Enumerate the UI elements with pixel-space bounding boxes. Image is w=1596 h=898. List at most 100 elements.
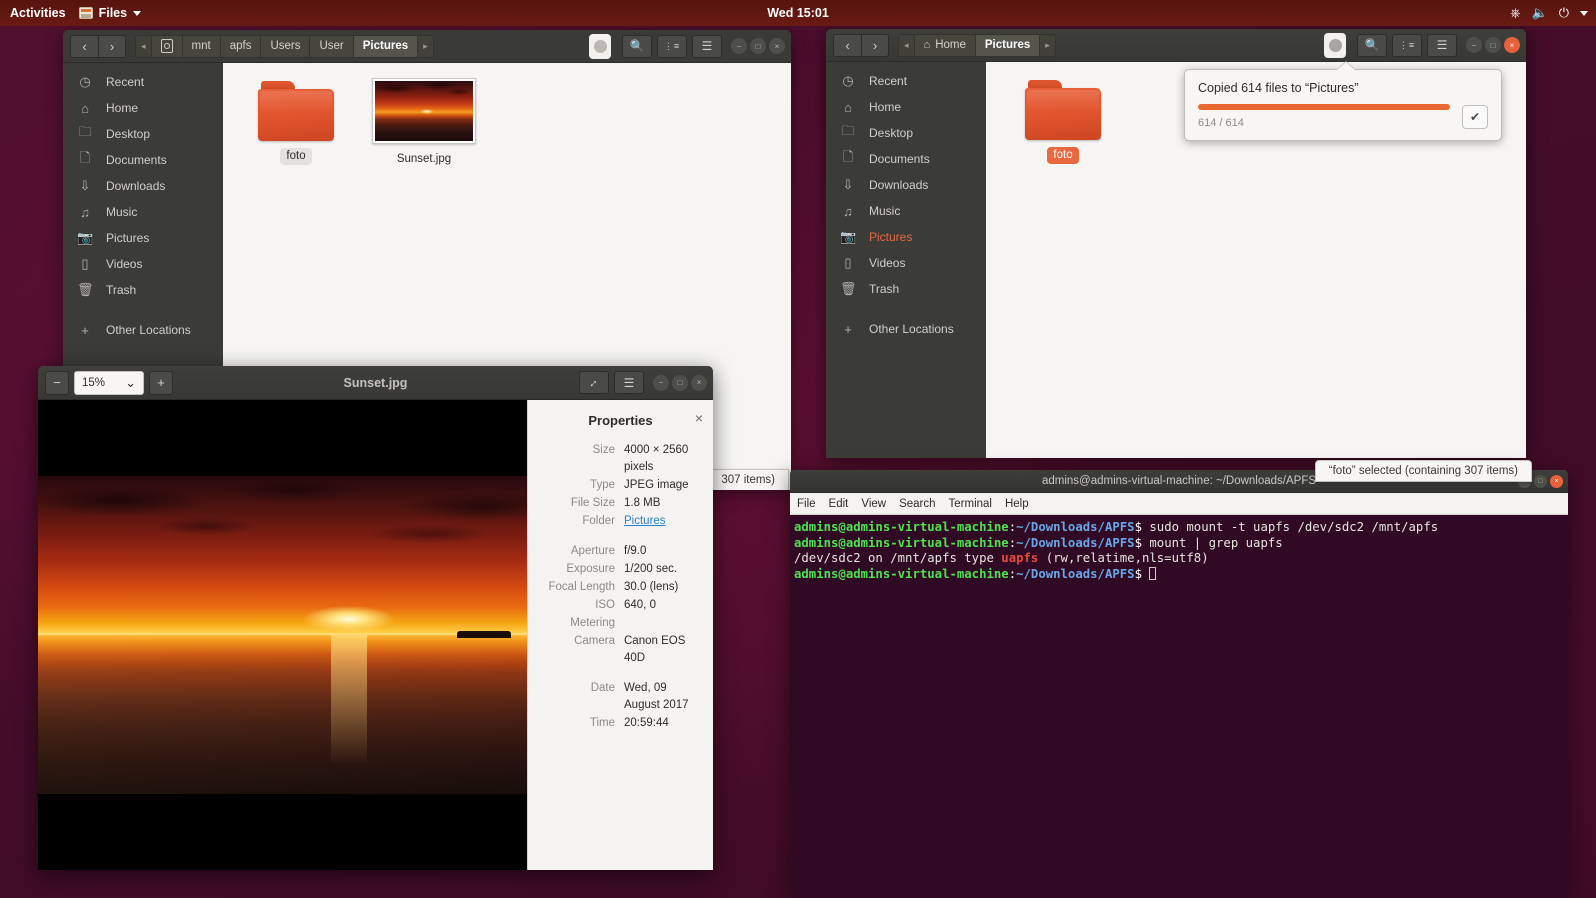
menu-item-help[interactable]: Help	[1005, 498, 1029, 510]
folder-icon: 🗀	[77, 123, 93, 145]
back-button[interactable]: ‹	[70, 35, 98, 58]
sidebar-item-pictures[interactable]: 📷Pictures	[63, 225, 223, 251]
breadcrumb-prev-arrow[interactable]: ◂	[135, 35, 152, 58]
sidebar-item-recent[interactable]: ◷Recent	[826, 68, 986, 94]
window2-controls: − □ ×	[1466, 37, 1520, 53]
close-button[interactable]: ×	[1504, 37, 1520, 53]
sidebar-item-other-locations[interactable]: +Other Locations	[826, 316, 986, 342]
sidebar-item-music[interactable]: ♫Music	[63, 199, 223, 225]
maximize-button[interactable]: □	[1534, 475, 1547, 488]
zoom-level-select[interactable]: 15% ⌄	[74, 371, 144, 395]
sidebar-item-documents[interactable]: 🗋Documents	[826, 146, 986, 172]
minimize-button[interactable]: −	[1466, 37, 1482, 53]
activities-button[interactable]: Activities	[0, 6, 79, 20]
sidebar-item-desktop[interactable]: 🗀Desktop	[826, 120, 986, 146]
breadcrumb-item-apfs[interactable]: apfs	[221, 35, 262, 58]
property-value: 20:59:44	[624, 715, 669, 732]
menu-item-terminal[interactable]: Terminal	[949, 498, 992, 510]
hamburger-menu-icon[interactable]: ☰	[614, 371, 644, 394]
image-canvas[interactable]: Properties × Size 4000 × 2560 pixels Typ…	[38, 400, 713, 870]
sidebar-item-trash[interactable]: 🗑Trash	[63, 277, 223, 303]
copy-progress-done-button[interactable]: ✔	[1462, 105, 1488, 129]
system-tray[interactable]: ⎈ 🔈 ⏻	[1510, 5, 1588, 21]
video-icon: ▯	[77, 256, 93, 272]
copy-progress-title: Copied 614 files to “Pictures”	[1198, 81, 1488, 95]
sidebar-item-downloads[interactable]: ⇩Downloads	[826, 172, 986, 198]
menu-item-file[interactable]: File	[797, 498, 816, 510]
prompt-user: admins@admins-virtual-machine	[794, 520, 1009, 534]
breadcrumb-item-pictures[interactable]: Pictures	[354, 35, 418, 58]
minimize-button[interactable]: −	[653, 375, 669, 391]
property-key: Time	[542, 715, 624, 732]
hamburger-menu-icon[interactable]: ☰	[692, 35, 722, 58]
sidebar-item-trash[interactable]: 🗑Trash	[826, 276, 986, 302]
search-icon[interactable]: 🔍	[1357, 34, 1387, 57]
view-options-icon[interactable]: ⋮≡	[657, 35, 687, 58]
folder-icon	[1025, 80, 1101, 140]
sidebar-item-documents[interactable]: 🗋Documents	[63, 147, 223, 173]
back-button[interactable]: ‹	[833, 34, 861, 57]
breadcrumb-item-users[interactable]: Users	[261, 35, 310, 58]
file-item-foto[interactable]: foto	[1008, 76, 1118, 164]
minimize-button[interactable]: −	[731, 38, 747, 54]
file-item-foto[interactable]: foto	[241, 77, 351, 168]
app-menu-files[interactable]: Files	[79, 6, 142, 20]
sidebar-item-home[interactable]: ⌂Home	[826, 94, 986, 120]
power-icon[interactable]: ⏻	[1559, 5, 1569, 21]
breadcrumb-next-arrow[interactable]: ▸	[1040, 34, 1056, 57]
breadcrumb-prev-arrow[interactable]: ◂	[898, 34, 915, 57]
property-value: JPEG image	[624, 477, 689, 494]
close-button[interactable]: ×	[769, 38, 785, 54]
folder-link[interactable]: Pictures	[624, 515, 666, 527]
sidebar-item-videos[interactable]: ▯Videos	[826, 250, 986, 276]
breadcrumb-item-pictures[interactable]: Pictures	[976, 34, 1040, 57]
sidebar-item-label: Trash	[106, 283, 136, 297]
terminal-output-pre: /dev/sdc2 on /mnt/apfs type	[794, 551, 1001, 565]
clock[interactable]: Wed 15:01	[0, 6, 1596, 20]
sidebar-item-pictures[interactable]: 📷Pictures	[826, 224, 986, 250]
maximize-button[interactable]: □	[750, 38, 766, 54]
fullscreen-icon[interactable]: ↕	[579, 371, 609, 394]
sidebar-item-music[interactable]: ♫Music	[826, 198, 986, 224]
location-toggle-button[interactable]	[589, 34, 611, 59]
sidebar-item-desktop[interactable]: 🗀Desktop	[63, 121, 223, 147]
maximize-button[interactable]: □	[1485, 37, 1501, 53]
breadcrumb-item-mnt[interactable]: mnt	[183, 35, 221, 58]
property-value: Pictures	[624, 513, 666, 530]
close-icon[interactable]: ×	[695, 411, 703, 425]
sidebar-item-label: Desktop	[869, 126, 913, 140]
location-toggle-button[interactable]	[1324, 33, 1346, 58]
property-value: 640, 0	[624, 597, 656, 614]
chevron-down-icon[interactable]	[133, 11, 141, 16]
sidebar-item-label: Home	[106, 101, 138, 115]
close-button[interactable]: ×	[691, 375, 707, 391]
tray-chevron-down-icon[interactable]	[1580, 11, 1588, 16]
menu-item-search[interactable]: Search	[899, 498, 935, 510]
sidebar-item-videos[interactable]: ▯Videos	[63, 251, 223, 277]
sidebar-item-other-locations[interactable]: +Other Locations	[63, 317, 223, 343]
close-button[interactable]: ×	[1550, 475, 1563, 488]
menu-item-edit[interactable]: Edit	[829, 498, 849, 510]
zoom-in-button[interactable]: +	[149, 371, 173, 395]
maximize-button[interactable]: □	[672, 375, 688, 391]
forward-button[interactable]: ›	[98, 35, 126, 58]
menu-item-view[interactable]: View	[861, 498, 886, 510]
network-icon[interactable]: ⎈	[1510, 5, 1520, 21]
volume-icon[interactable]: 🔈	[1532, 5, 1548, 21]
terminal-screen[interactable]: admins@admins-virtual-machine:~/Download…	[790, 515, 1568, 898]
view-options-icon[interactable]: ⋮≡	[1392, 34, 1422, 57]
property-key: File Size	[542, 495, 624, 512]
property-row: Metering	[542, 615, 699, 632]
breadcrumb-item-user[interactable]: User	[310, 35, 353, 58]
sidebar-item-home[interactable]: ⌂Home	[63, 95, 223, 121]
hamburger-menu-icon[interactable]: ☰	[1427, 34, 1457, 57]
sidebar-item-downloads[interactable]: ⇩Downloads	[63, 173, 223, 199]
breadcrumb-item-home[interactable]: ⌂ Home	[915, 34, 976, 57]
breadcrumb-next-arrow[interactable]: ▸	[418, 35, 434, 58]
file-item-sunset[interactable]: Sunset.jpg	[369, 77, 479, 168]
sidebar-item-recent[interactable]: ◷Recent	[63, 69, 223, 95]
forward-button[interactable]: ›	[861, 34, 889, 57]
zoom-out-button[interactable]: −	[45, 371, 69, 395]
search-icon[interactable]: 🔍	[622, 35, 652, 58]
breadcrumb-item-drive[interactable]	[152, 35, 183, 58]
